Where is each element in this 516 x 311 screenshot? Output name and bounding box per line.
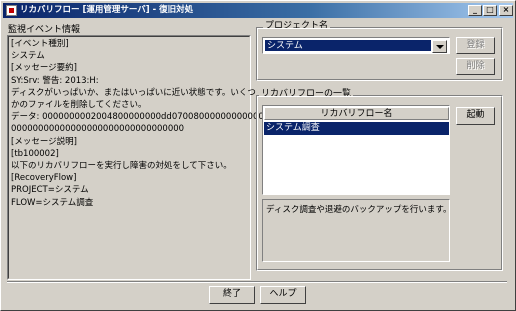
monitor-event-line: システム [11, 51, 45, 62]
footer-divider [7, 281, 507, 283]
help-button-label: ヘルプ [269, 289, 297, 299]
minimize-button[interactable]: _ [468, 5, 482, 16]
monitor-event-box: [イベント種別] システム [メッセージ要約] SY:Srv: 警告: 2013:H:… [7, 35, 296, 280]
monitor-event-line: PROJECT=システム [11, 185, 89, 196]
monitor-event-line: [tb100002] [11, 148, 59, 159]
end-button[interactable]: 終了 [209, 286, 255, 304]
monitor-event-line: [メッセージ説明] [11, 136, 77, 147]
flow-description-box: ディスク調査や退避のバックアップを行います。 [262, 199, 452, 262]
window-title: リカバリフロー [運用管理サーバ] - 復旧対処 [20, 5, 194, 15]
recovery-flow-group: リカバリフローの一覧 リカバリフロー名 システム調査 起動 ディスク調査や退避の… [256, 89, 503, 271]
monitor-event-line: 00000000000000000000000000000000 [11, 124, 185, 135]
start-button-label: 起動 [466, 110, 485, 120]
project-select[interactable]: システム [262, 37, 450, 54]
recovery-flow-group-label: リカバリフローの一覧 [259, 89, 354, 100]
project-group: プロジェクト名 システム 登録 削除 [256, 21, 503, 81]
monitor-event-line: SY:Srv: 警告: 2013:H: [11, 75, 99, 86]
monitor-event-label: 監視イベント情報 [8, 25, 81, 35]
start-button[interactable]: 起動 [456, 107, 495, 125]
project-select-value: システム [265, 40, 431, 51]
title-bar: リカバリフロー [運用管理サーバ] - 復旧対処 _ □ × [3, 3, 513, 18]
monitor-event-line: ディスクがいっぱいか、またはいっぱいに近い状態です。いくつ [11, 87, 256, 98]
close-button[interactable]: × [499, 5, 513, 16]
monitor-event-line: [イベント種別] [11, 39, 69, 49]
monitor-event-line: [RecoveryFlow] [11, 173, 77, 184]
list-item[interactable]: システム調査 [264, 122, 449, 135]
delete-button-label: 削除 [466, 61, 485, 71]
help-button[interactable]: ヘルプ [260, 286, 306, 304]
monitor-event-line: データ: 0000000002004800000000dd07008000000… [11, 112, 297, 123]
window: リカバリフロー [運用管理サーバ] - 復旧対処 _ □ × 監視イベント情報 … [0, 0, 516, 311]
monitor-event-text: [イベント種別] システム [メッセージ要約] SY:Srv: 警告: 2013:H:… [11, 38, 296, 209]
monitor-event-line: [メッセージ要約] [11, 63, 77, 74]
end-button-label: 終了 [222, 289, 241, 299]
chevron-down-icon[interactable] [432, 40, 447, 53]
register-button-label: 登録 [466, 40, 485, 50]
maximize-button[interactable]: □ [483, 5, 497, 16]
monitor-event-line: 以下のリカバリフローを実行し障害の対処をして下さい。 [11, 161, 232, 172]
delete-button[interactable]: 削除 [456, 58, 495, 75]
monitor-event-line: FLOW=システム調査 [11, 197, 94, 208]
app-icon [6, 5, 17, 16]
project-group-label: プロジェクト名 [263, 21, 331, 32]
monitor-event-line: かのファイルを削除してください。 [11, 100, 147, 111]
column-header-flow-name[interactable]: リカバリフロー名 [264, 107, 449, 120]
register-button[interactable]: 登録 [456, 37, 495, 54]
flow-description: ディスク調査や退避のバックアップを行います。 [266, 205, 452, 215]
recovery-flow-list[interactable]: リカバリフロー名 システム調査 [262, 105, 450, 195]
